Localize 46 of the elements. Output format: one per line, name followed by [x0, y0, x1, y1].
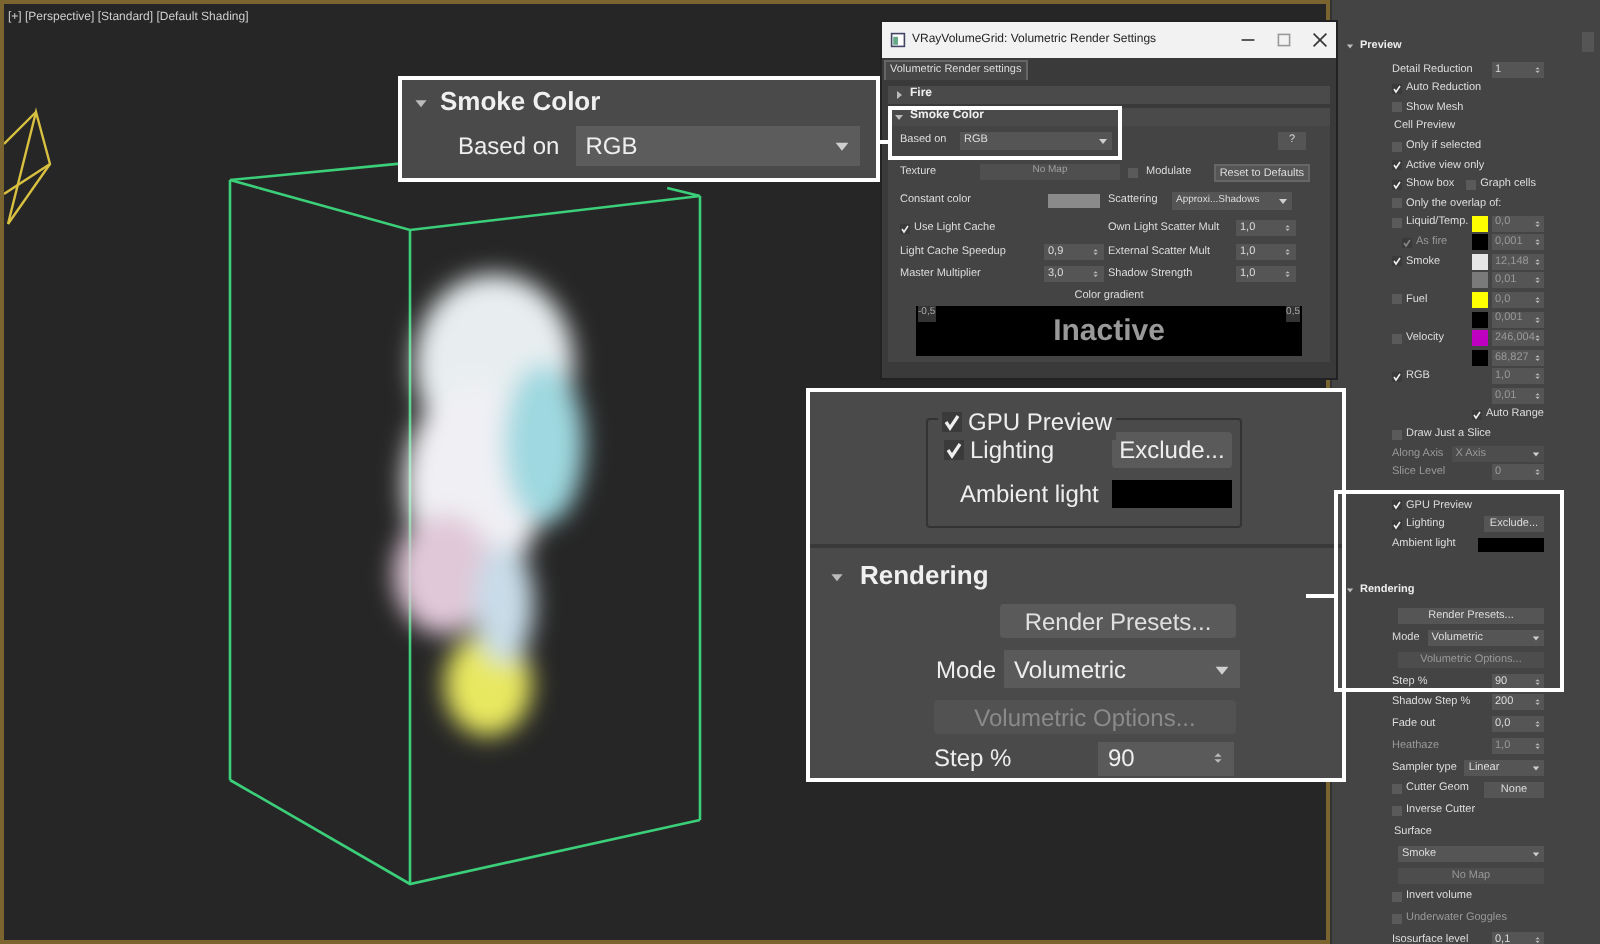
expand-arrow-icon — [894, 90, 904, 100]
field-label: Mode — [936, 653, 997, 687]
color-swatch[interactable] — [1472, 311, 1488, 328]
collapse-arrow-icon — [894, 112, 904, 122]
mode-dropdown[interactable]: Volumetric — [1004, 650, 1241, 688]
render-presets-button[interactable]: Render Presets... — [1000, 604, 1236, 638]
spinner-arrows-icon — [1212, 748, 1224, 768]
based-on-dropdown[interactable]: RGB — [575, 126, 860, 166]
color-swatch[interactable] — [1112, 480, 1232, 508]
caret-icon — [1214, 661, 1231, 677]
color-swatch[interactable] — [1048, 194, 1100, 208]
color-swatch[interactable] — [1472, 253, 1488, 270]
caret-icon — [1532, 850, 1540, 858]
field-label: Based on — [458, 130, 560, 164]
checkmark-icon — [1392, 371, 1402, 382]
field-label: Ambient light — [960, 478, 1099, 512]
close-icon — [1312, 32, 1328, 48]
checkmark-icon — [900, 223, 910, 233]
app-icon — [890, 32, 906, 48]
color-swatch[interactable] — [1472, 215, 1488, 232]
color-swatch[interactable] — [1478, 537, 1544, 552]
checkmark-icon — [1471, 409, 1482, 420]
caret-icon — [1278, 196, 1288, 206]
spinner-arrows-icon — [1533, 934, 1541, 944]
checkbox[interactable] — [1402, 237, 1412, 248]
color-swatch[interactable] — [1472, 291, 1488, 308]
rollout-title: Smoke Color — [440, 84, 601, 121]
collapse-arrow-icon — [1346, 585, 1354, 594]
checkbox-label: GPU Preview — [968, 406, 1113, 440]
color-swatch[interactable] — [1472, 349, 1488, 366]
rollout-title: Rendering — [860, 558, 989, 595]
color-swatch[interactable] — [1472, 272, 1488, 289]
checkmark-icon — [1392, 83, 1402, 94]
color-swatch[interactable] — [1472, 330, 1488, 347]
field-label: Step % — [934, 742, 1014, 776]
step-spinner[interactable]: 90 — [1098, 741, 1234, 775]
leader-line — [1306, 594, 1336, 598]
caret-icon — [834, 138, 850, 154]
collapse-arrow-icon — [1346, 42, 1354, 50]
color-swatch[interactable] — [1472, 234, 1488, 251]
exclude-button[interactable]: Exclude... — [1112, 432, 1232, 468]
caret-icon — [1098, 135, 1108, 145]
checkbox-label: Lighting — [970, 434, 1055, 468]
maximize-icon — [1276, 32, 1292, 48]
gradient-status: Inactive — [1053, 311, 1165, 351]
camera-drawing — [4, 107, 52, 226]
